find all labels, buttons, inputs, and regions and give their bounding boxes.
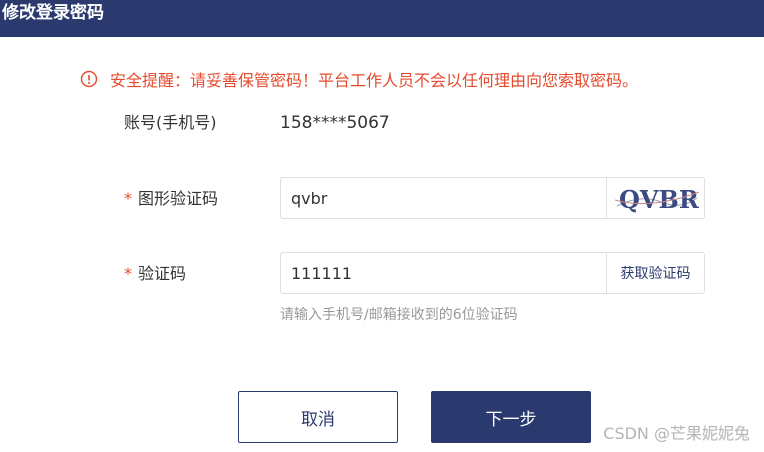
captcha-image-graphic: QVBR [614, 185, 700, 214]
required-mark: * [124, 189, 132, 208]
sms-code-field: 获取验证码 [280, 252, 705, 294]
security-warning-text: 安全提醒：请妥善保管密码！平台工作人员不会以任何理由向您索取密码。 [110, 71, 639, 90]
get-code-label: 获取验证码 [620, 266, 691, 282]
sms-label-row: * 验证码 [124, 263, 186, 285]
dialog-header: 修改登录密码 [0, 0, 764, 37]
dialog-title: 修改登录密码 [2, 3, 104, 23]
cancel-button[interactable]: 取消 [238, 391, 398, 443]
sms-code-hint: 请输入手机号/邮箱接收到的6位验证码 [280, 307, 518, 323]
captcha-label-row: * 图形验证码 [124, 188, 218, 210]
next-step-button[interactable]: 下一步 [431, 391, 591, 443]
captcha-field: QVBR [280, 177, 705, 219]
info-circle-icon [80, 70, 98, 88]
captcha-image-text: QVBR [619, 185, 700, 214]
security-warning: 安全提醒：请妥善保管密码！平台工作人员不会以任何理由向您索取密码。 [80, 68, 638, 90]
sms-code-label: 验证码 [138, 264, 187, 283]
captcha-input[interactable] [281, 178, 607, 218]
captcha-image[interactable]: QVBR [606, 178, 704, 218]
captcha-label: 图形验证码 [138, 189, 219, 208]
account-value: 158****5067 [280, 113, 390, 133]
account-label: 账号(手机号) [124, 113, 217, 132]
required-mark: * [124, 264, 132, 283]
sms-code-input[interactable] [281, 253, 607, 293]
watermark: CSDN @芒果妮妮兔 [603, 424, 750, 443]
get-code-button[interactable]: 获取验证码 [606, 253, 704, 293]
